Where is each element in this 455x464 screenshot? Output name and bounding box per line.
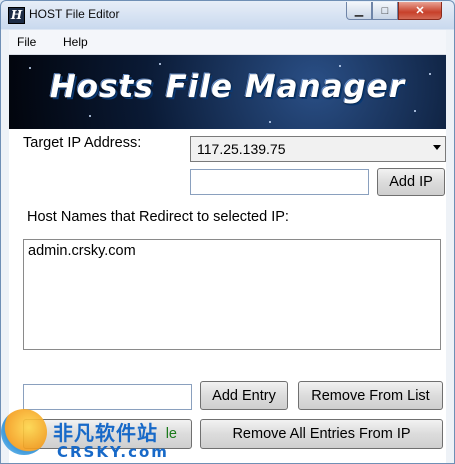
window-title: HOST File Editor — [29, 7, 120, 21]
banner-title: Hosts File Manager — [49, 69, 406, 105]
app-icon: H — [8, 7, 25, 24]
menu-file[interactable]: File — [17, 35, 36, 49]
remove-from-list-button[interactable]: Remove From List — [298, 381, 443, 410]
watermark: 非凡软件站 CRSKY.com — [1, 399, 171, 463]
close-icon: ✕ — [415, 5, 425, 17]
target-ip-label: Target IP Address: — [23, 135, 142, 151]
banner: Hosts File Manager — [9, 55, 446, 129]
watermark-logo-icon — [1, 409, 47, 455]
menu-bar: File Help — [9, 30, 446, 55]
watermark-cn-text: 非凡软件站 — [53, 421, 158, 445]
main-window: H HOST File Editor ▁ □ ✕ File Help Hosts… — [0, 0, 455, 464]
target-ip-value: 117.25.139.75 — [197, 141, 286, 157]
target-ip-select[interactable]: 117.25.139.75 — [190, 136, 446, 162]
add-ip-button[interactable]: Add IP — [377, 168, 445, 196]
menu-help[interactable]: Help — [63, 35, 88, 49]
remove-all-entries-button[interactable]: Remove All Entries From IP — [200, 419, 443, 449]
maximize-button[interactable]: □ — [372, 2, 398, 20]
ip-input[interactable] — [190, 169, 369, 195]
hosts-label: Host Names that Redirect to selected IP: — [27, 209, 289, 225]
maximize-icon: □ — [381, 4, 389, 17]
chevron-down-icon — [433, 145, 441, 150]
minimize-button[interactable]: ▁ — [346, 2, 372, 20]
minimize-icon: ▁ — [354, 5, 364, 17]
watermark-en-text: CRSKY.com — [57, 443, 169, 461]
add-entry-button[interactable]: Add Entry — [200, 381, 288, 410]
list-item[interactable]: admin.crsky.com — [28, 243, 136, 259]
title-bar[interactable]: H HOST File Editor ▁ □ ✕ — [1, 1, 454, 30]
host-names-list[interactable]: admin.crsky.com — [23, 239, 441, 350]
close-button[interactable]: ✕ — [398, 2, 442, 20]
